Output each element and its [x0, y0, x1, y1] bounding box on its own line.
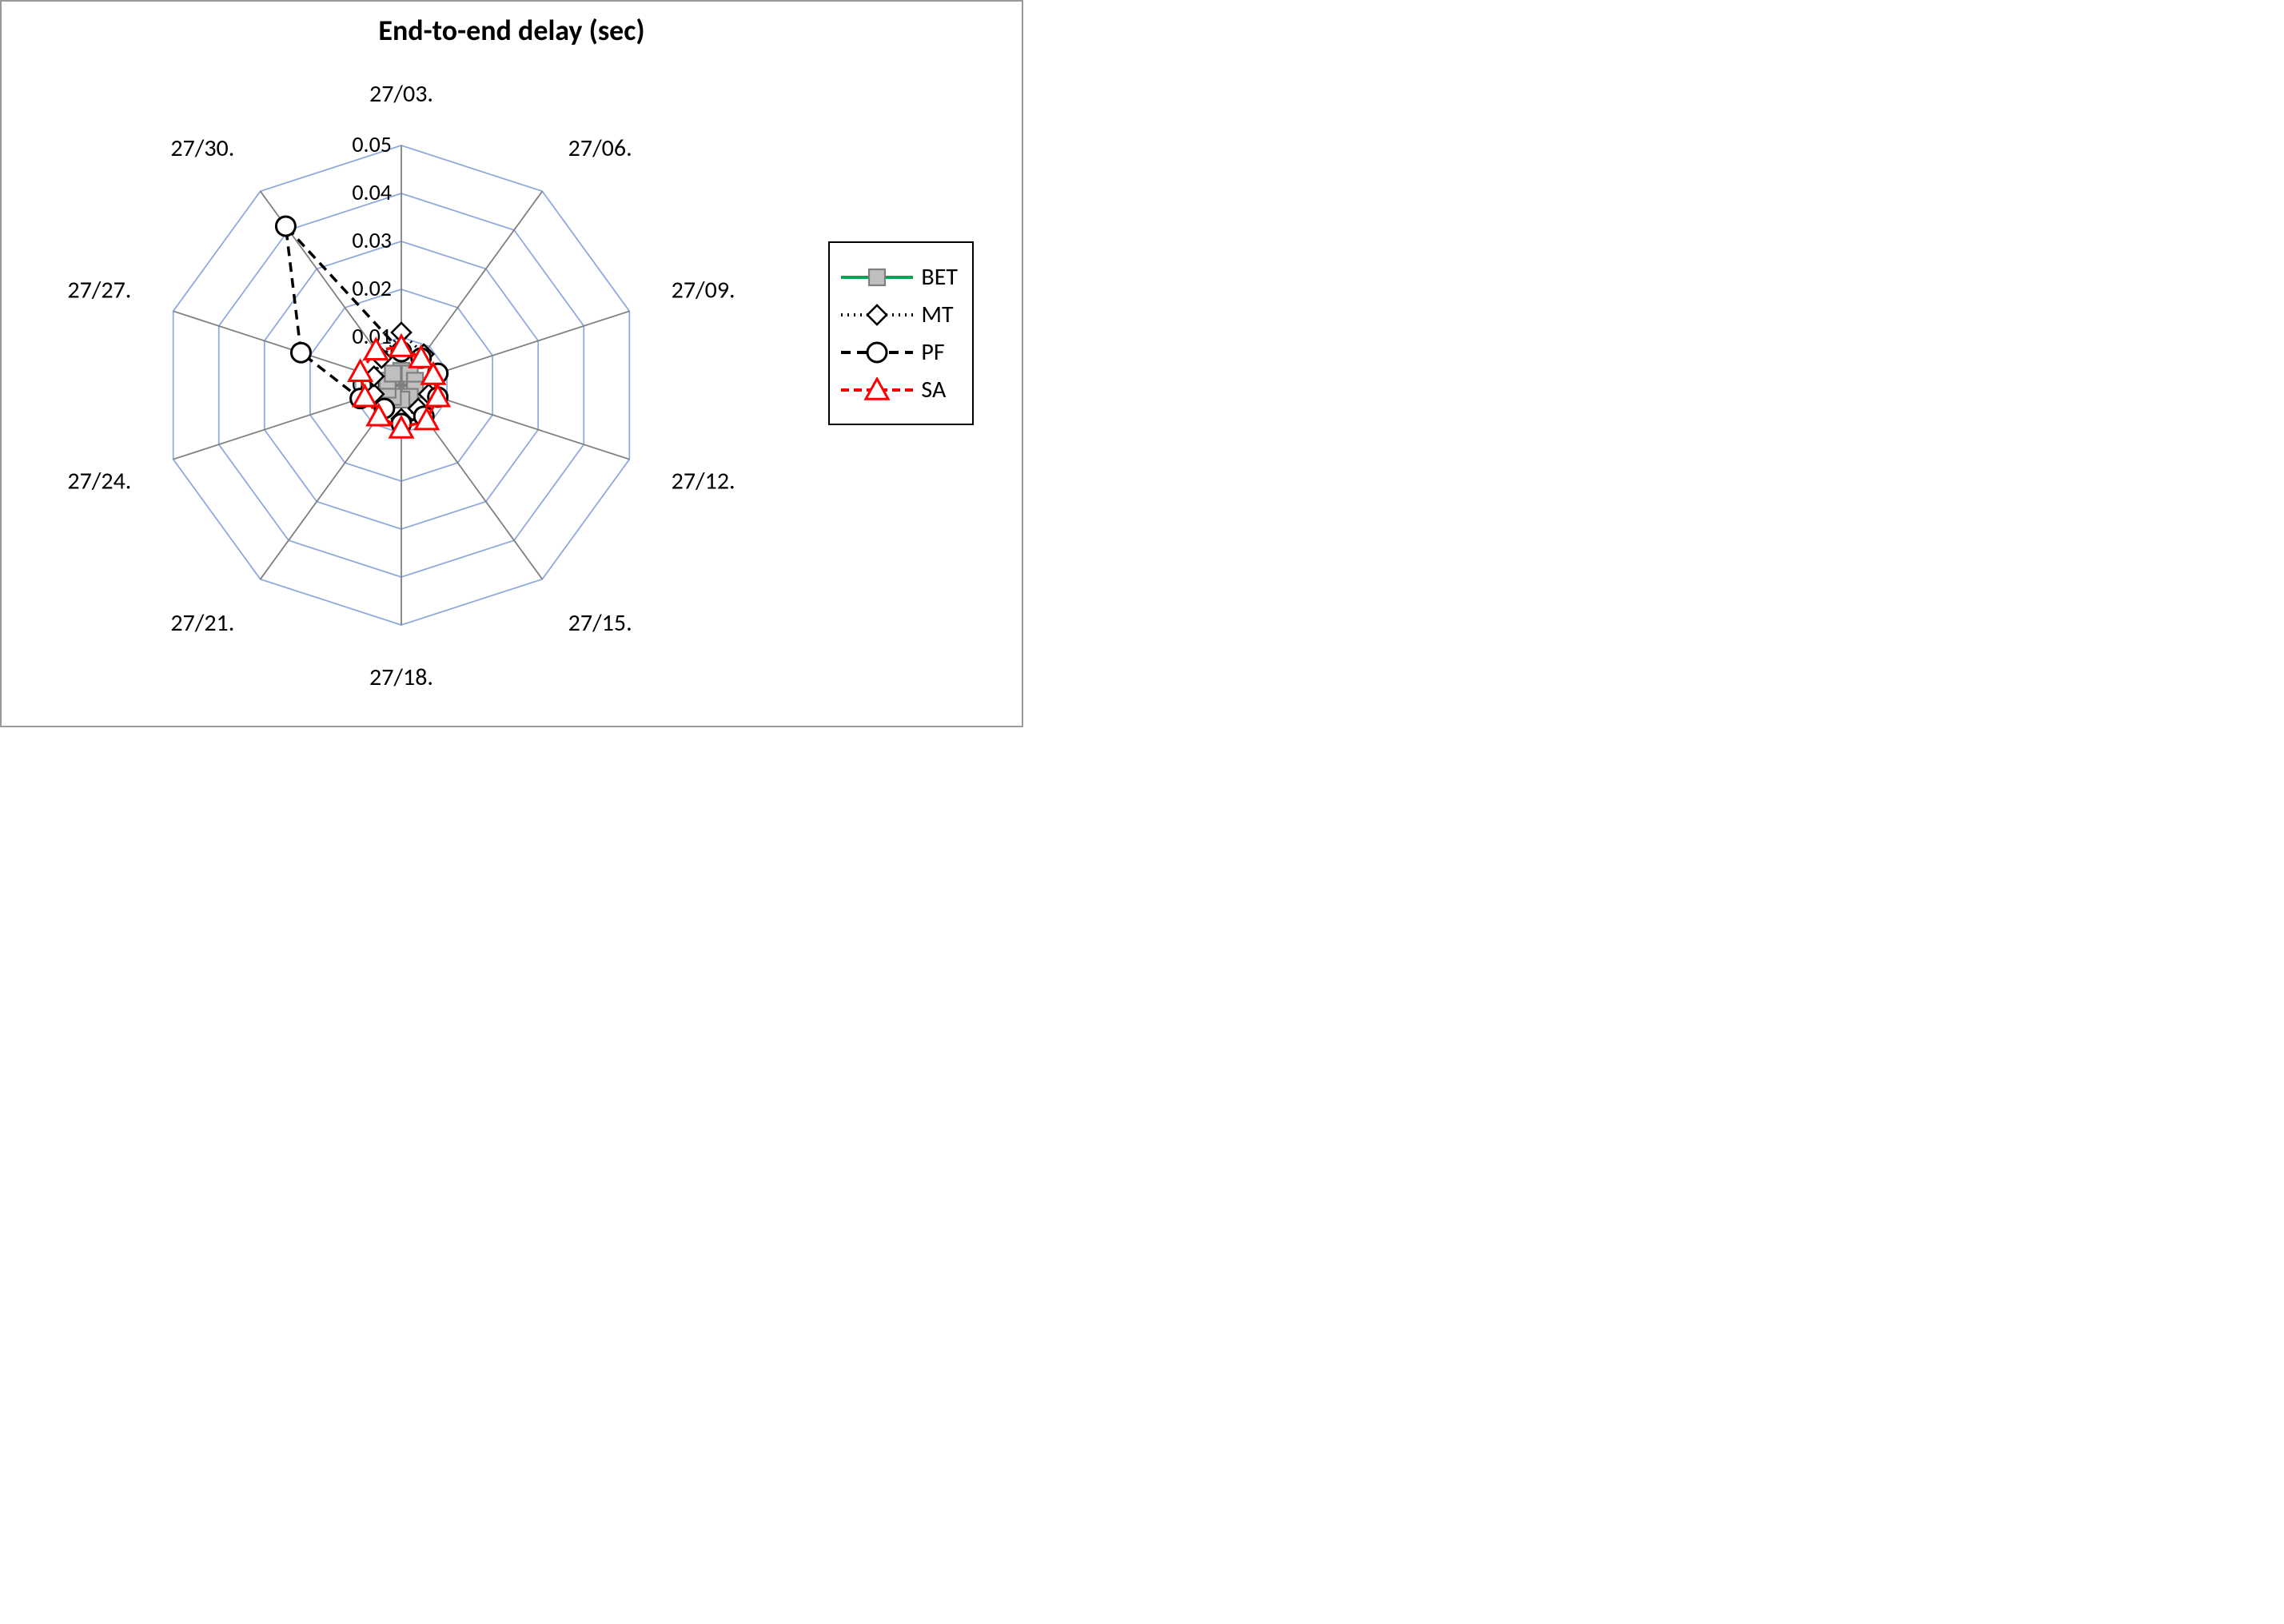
svg-text:0.05: 0.05 [352, 130, 392, 158]
axis-label: 27/06. [568, 133, 632, 163]
legend-swatch [841, 265, 913, 290]
legend-item-SA: SA [841, 375, 958, 404]
legend-swatch [841, 340, 913, 365]
legend-item-BET: BET [841, 262, 958, 292]
axis-label: 27/30. [170, 133, 234, 163]
svg-text:0.04: 0.04 [352, 178, 392, 206]
axis-label: 27/27. [67, 275, 131, 304]
legend: BET MT PF SA [828, 241, 974, 425]
legend-label: MT [921, 300, 953, 329]
legend-item-PF: PF [841, 337, 958, 367]
svg-text:0.03: 0.03 [352, 226, 392, 254]
chart-container: End-to-end delay (sec) 0.000.010.020.030… [0, 0, 1023, 727]
axis-label: 27/21. [170, 608, 234, 638]
radar-chart: 0.000.010.020.030.040.0527/03.27/06.27/0… [34, 58, 769, 713]
legend-label: BET [921, 262, 958, 292]
chart-title: End-to-end delay (sec) [2, 13, 1022, 48]
axis-label: 27/24. [67, 467, 131, 496]
axis-label: 27/18. [369, 663, 433, 692]
axis-label: 27/03. [369, 79, 433, 109]
legend-swatch [841, 302, 913, 328]
axis-label: 27/12. [672, 467, 735, 496]
legend-swatch [841, 377, 913, 403]
axis-label: 27/15. [568, 608, 632, 638]
svg-text:0.02: 0.02 [352, 274, 392, 302]
legend-label: PF [921, 337, 944, 367]
legend-label: SA [921, 375, 946, 404]
legend-item-MT: MT [841, 300, 958, 329]
axis-label: 27/09. [672, 275, 735, 304]
